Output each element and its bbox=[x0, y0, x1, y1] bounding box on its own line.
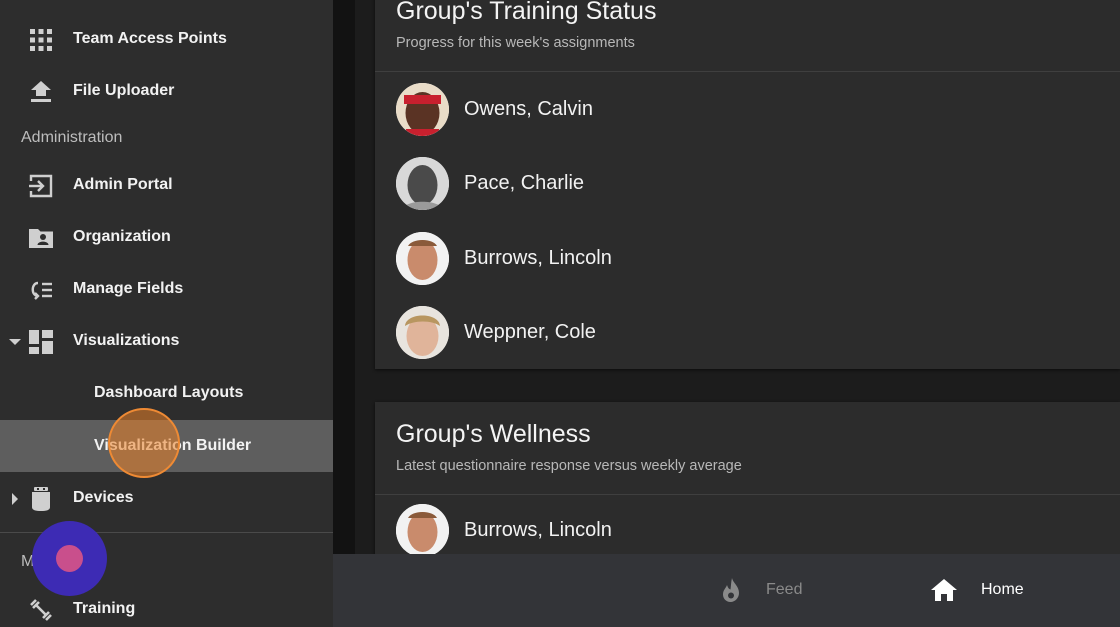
content-gutter bbox=[333, 0, 355, 554]
avatar bbox=[396, 232, 449, 285]
wellness-card: Group's Wellness Latest questionnaire re… bbox=[375, 402, 1120, 554]
sidebar-item-label: File Uploader bbox=[73, 82, 175, 99]
training-status-card: Group's Training Status Progress for thi… bbox=[375, 0, 1120, 369]
caret-down-icon bbox=[9, 335, 21, 347]
card-divider bbox=[375, 71, 1120, 72]
avatar bbox=[396, 83, 449, 136]
card-divider bbox=[375, 494, 1120, 495]
card-title: Group's Training Status bbox=[396, 0, 657, 25]
avatar bbox=[396, 504, 449, 554]
athlete-name: Owens, Calvin bbox=[464, 98, 593, 120]
list-item[interactable]: Weppner, Cole bbox=[396, 306, 1096, 360]
bottom-navigation: Feed Home bbox=[333, 554, 1120, 627]
device-icon bbox=[28, 486, 54, 512]
record-button[interactable] bbox=[32, 521, 107, 596]
sidebar-item-team-access-points[interactable]: Team Access Points bbox=[0, 13, 333, 65]
upload-icon bbox=[28, 79, 54, 105]
login-arrow-icon bbox=[28, 173, 54, 199]
avatar bbox=[396, 157, 449, 210]
apps-grid-icon bbox=[28, 27, 54, 53]
sidebar-item-label: Visualizations bbox=[73, 332, 180, 349]
sidebar-item-admin-portal[interactable]: Admin Portal bbox=[0, 159, 333, 211]
card-subtitle: Latest questionnaire response versus wee… bbox=[396, 458, 742, 474]
dumbbell-icon bbox=[28, 597, 54, 623]
sidebar-item-file-uploader[interactable]: File Uploader bbox=[0, 65, 333, 117]
app-root: Team Access Points File Uploader Adminis… bbox=[0, 0, 1120, 627]
card-title: Group's Wellness bbox=[396, 420, 591, 448]
sidebar-item-label: Devices bbox=[73, 489, 134, 506]
dashboard-icon bbox=[28, 329, 54, 355]
sidebar-item-devices[interactable]: Devices bbox=[0, 472, 333, 524]
sidebar-item-label: Team Access Points bbox=[73, 30, 227, 47]
list-item[interactable]: Owens, Calvin bbox=[396, 83, 1096, 137]
sidebar-item-label: Admin Portal bbox=[73, 176, 173, 193]
athlete-name: Pace, Charlie bbox=[464, 172, 585, 194]
section-header-administration: Administration bbox=[21, 129, 123, 146]
flame-icon bbox=[717, 576, 745, 604]
list-return-icon bbox=[28, 277, 54, 303]
tab-home[interactable]: Home bbox=[928, 554, 1058, 627]
record-dot-icon bbox=[56, 545, 83, 572]
athlete-name: Burrows, Lincoln bbox=[464, 247, 612, 269]
list-item[interactable]: Pace, Charlie bbox=[396, 157, 1096, 211]
sidebar-item-visualizations[interactable]: Visualizations bbox=[0, 315, 333, 367]
athlete-name: Weppner, Cole bbox=[464, 321, 596, 343]
sidebar-item-label: Training bbox=[73, 600, 136, 617]
caret-right-icon bbox=[9, 492, 21, 505]
tab-feed[interactable]: Feed bbox=[713, 554, 833, 627]
sidebar: Team Access Points File Uploader Adminis… bbox=[0, 0, 333, 627]
card-subtitle: Progress for this week's assignments bbox=[396, 35, 635, 51]
sidebar-item-manage-fields[interactable]: Manage Fields bbox=[0, 263, 333, 315]
tab-label: Feed bbox=[766, 581, 803, 598]
list-item[interactable]: Burrows, Lincoln bbox=[396, 504, 1096, 554]
sidebar-item-label: Organization bbox=[73, 228, 171, 245]
list-item[interactable]: Burrows, Lincoln bbox=[396, 232, 1096, 286]
avatar bbox=[396, 306, 449, 359]
sidebar-item-organization[interactable]: Organization bbox=[0, 211, 333, 263]
sidebar-item-label: Manage Fields bbox=[73, 280, 184, 297]
home-icon bbox=[930, 576, 958, 604]
sidebar-item-label: Dashboard Layouts bbox=[94, 384, 244, 401]
athlete-name: Burrows, Lincoln bbox=[464, 519, 612, 541]
sidebar-item-dashboard-layouts[interactable]: Dashboard Layouts bbox=[0, 367, 333, 419]
main-content[interactable]: Group's Training Status Progress for thi… bbox=[355, 0, 1120, 554]
click-indicator bbox=[108, 408, 180, 478]
folder-account-icon bbox=[28, 225, 54, 251]
tab-label: Home bbox=[981, 581, 1024, 598]
